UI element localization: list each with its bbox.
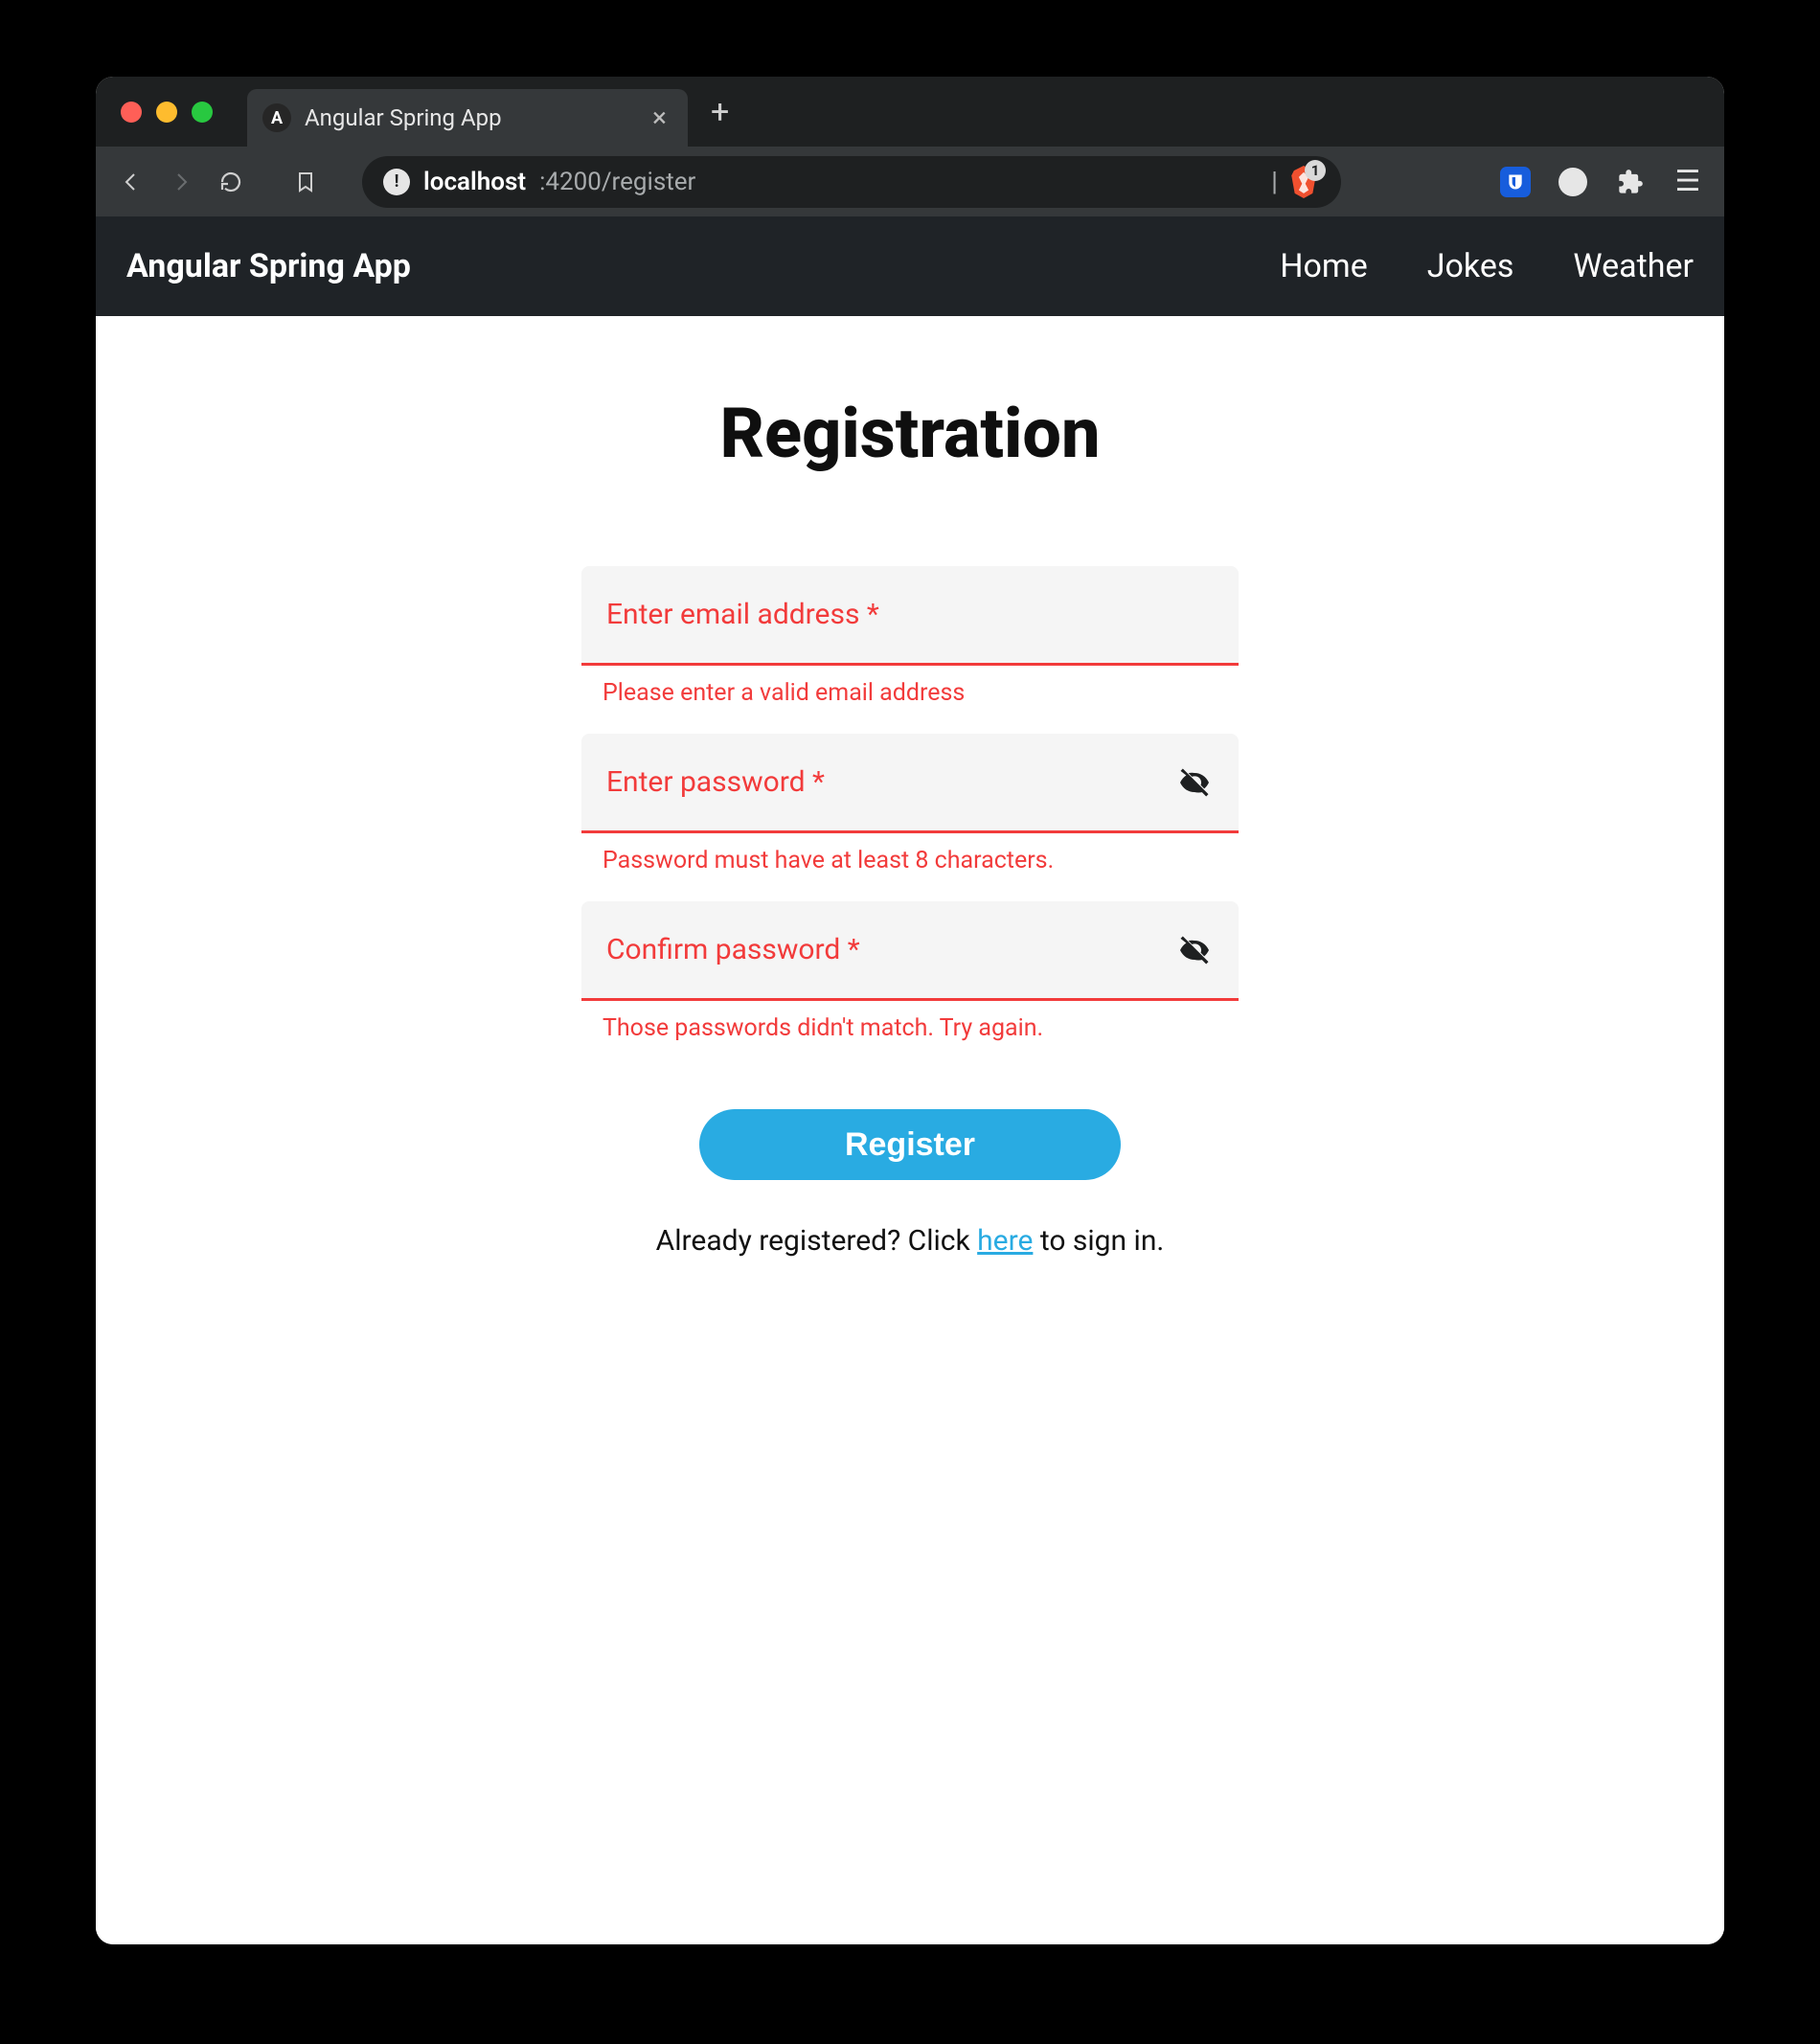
site-info-icon[interactable]: ! (383, 169, 410, 195)
app-navbar: Angular Spring App Home Jokes Weather (96, 216, 1724, 316)
bitwarden-extension-icon[interactable] (1500, 167, 1531, 197)
brave-shields-icon[interactable]: 1 (1287, 166, 1320, 198)
register-button[interactable]: Register (699, 1109, 1121, 1180)
new-tab-button[interactable]: + (711, 96, 729, 128)
url-separator: | (1271, 166, 1278, 197)
tab-close-button[interactable]: × (652, 104, 667, 131)
nav-link-home[interactable]: Home (1280, 247, 1368, 285)
browser-menu-button[interactable]: ☰ (1672, 167, 1703, 197)
window-close-button[interactable] (121, 102, 142, 123)
confirm-label: Confirm password * (606, 933, 1175, 966)
nav-link-jokes[interactable]: Jokes (1427, 247, 1514, 285)
password-field[interactable]: Enter password * (581, 734, 1239, 833)
signin-prefix: Already registered? Click (656, 1224, 977, 1258)
registration-form: Enter email address * Please enter a val… (581, 566, 1239, 1258)
extension-icon[interactable] (1558, 167, 1588, 197)
signin-suffix: to sign in. (1033, 1224, 1164, 1258)
address-bar[interactable]: ! localhost :4200/register | 1 (362, 156, 1341, 208)
visibility-off-icon[interactable] (1175, 763, 1214, 802)
email-field-wrap: Enter email address * Please enter a val… (581, 566, 1239, 707)
address-bar-right: | 1 (1271, 166, 1320, 198)
extensions-menu-icon[interactable] (1615, 167, 1646, 197)
tab-title: Angular Spring App (305, 104, 639, 131)
page-content: Registration Enter email address * Pleas… (96, 316, 1724, 1944)
tab-bar: A Angular Spring App × + (96, 77, 1724, 147)
email-label: Enter email address * (606, 598, 1214, 631)
email-field[interactable]: Enter email address * (581, 566, 1239, 666)
confirm-error: Those passwords didn't match. Try again. (581, 1001, 1239, 1042)
bookmark-button[interactable] (291, 168, 320, 196)
visibility-off-icon[interactable] (1175, 931, 1214, 969)
app-brand[interactable]: Angular Spring App (126, 247, 411, 285)
submit-row: Register (581, 1109, 1239, 1180)
confirm-field-wrap: Confirm password * Those passwords didn'… (581, 901, 1239, 1042)
url-host: localhost (423, 168, 526, 196)
traffic-lights (121, 102, 213, 123)
password-label: Enter password * (606, 765, 1175, 799)
window-fullscreen-button[interactable] (192, 102, 213, 123)
forward-button[interactable] (167, 168, 195, 196)
nav-links: Home Jokes Weather (1280, 247, 1694, 285)
reload-button[interactable] (216, 168, 245, 196)
browser-tab[interactable]: A Angular Spring App × (247, 89, 688, 147)
toolbar-right: ☰ (1500, 167, 1703, 197)
confirm-password-field[interactable]: Confirm password * (581, 901, 1239, 1001)
signin-link[interactable]: here (977, 1224, 1033, 1258)
password-field-wrap: Enter password * Password must have at l… (581, 734, 1239, 874)
password-error: Password must have at least 8 characters… (581, 833, 1239, 874)
page-title: Registration (719, 393, 1100, 474)
nav-link-weather[interactable]: Weather (1573, 247, 1694, 285)
brave-shields-count: 1 (1305, 160, 1326, 181)
back-button[interactable] (117, 168, 146, 196)
url-toolbar: ! localhost :4200/register | 1 ☰ (96, 147, 1724, 216)
signin-row: Already registered? Click here to sign i… (581, 1224, 1239, 1258)
email-error: Please enter a valid email address (581, 666, 1239, 707)
url-path: :4200/register (539, 168, 695, 196)
window-minimize-button[interactable] (156, 102, 177, 123)
angular-favicon: A (262, 103, 291, 132)
browser-window: A Angular Spring App × + ! localhost :420… (96, 77, 1724, 1944)
